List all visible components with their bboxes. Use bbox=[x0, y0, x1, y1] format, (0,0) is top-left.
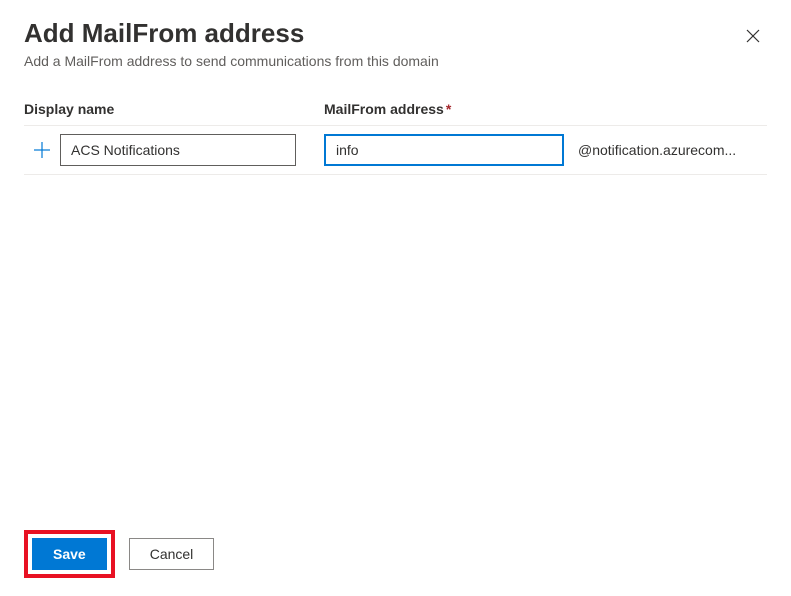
dialog-header: Add MailFrom address Add a MailFrom addr… bbox=[0, 0, 791, 77]
dialog-subtitle: Add a MailFrom address to send communica… bbox=[24, 53, 767, 69]
display-name-input[interactable] bbox=[60, 134, 296, 166]
inputs-row: @notification.azurecom... bbox=[24, 125, 767, 175]
save-button[interactable]: Save bbox=[32, 538, 107, 570]
save-highlight: Save bbox=[24, 530, 115, 578]
mailfrom-label: MailFrom address* bbox=[324, 101, 451, 117]
display-name-label: Display name bbox=[24, 101, 324, 117]
mailfrom-label-text: MailFrom address bbox=[324, 101, 444, 117]
labels-row: Display name MailFrom address* bbox=[24, 101, 767, 117]
cancel-button[interactable]: Cancel bbox=[129, 538, 215, 570]
mailfrom-input[interactable] bbox=[324, 134, 564, 166]
form-area: Display name MailFrom address* @notifica… bbox=[0, 77, 791, 175]
close-icon bbox=[745, 28, 761, 44]
add-row-button[interactable] bbox=[24, 141, 60, 159]
close-button[interactable] bbox=[743, 26, 763, 46]
domain-suffix: @notification.azurecom... bbox=[578, 142, 736, 158]
dialog-title: Add MailFrom address bbox=[24, 18, 767, 49]
dialog-footer: Save Cancel bbox=[24, 530, 214, 578]
required-marker: * bbox=[446, 101, 451, 117]
plus-icon bbox=[33, 141, 51, 159]
